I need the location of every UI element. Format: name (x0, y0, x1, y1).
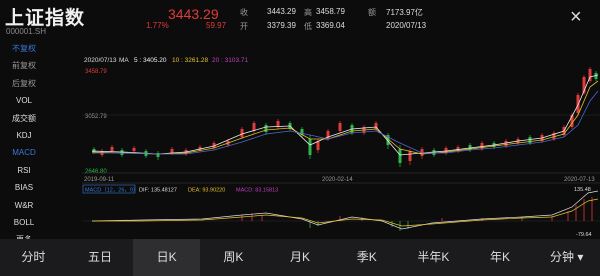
x-axis-start-date: 2019-09-11 (84, 177, 115, 183)
period-tab-bar: 分时 五日 日K 周K 月K 季K 半年K 年K 分钟 ▾ (0, 239, 600, 276)
sidebar-item-vol[interactable]: VOL (0, 92, 48, 109)
sidebar-item-boll[interactable]: BOLL (0, 214, 48, 231)
tab-minute[interactable]: 分钟 ▾ (533, 239, 600, 276)
tab-yearly-k[interactable]: 年K (467, 239, 534, 276)
index-title: 上证指数 (5, 8, 86, 29)
sidebar-item-forward-adjust[interactable]: 前复权 (0, 57, 48, 74)
tab-weekly-k[interactable]: 周K (200, 239, 267, 276)
sidebar-item-no-adjust[interactable]: 不复权 (0, 40, 48, 57)
sidebar-item-rsi[interactable]: RSI (0, 162, 48, 179)
close-icon[interactable]: × (570, 6, 582, 29)
chart-date: 2020/07/13 (84, 57, 117, 64)
sidebar-item-turnover[interactable]: 成交额 (0, 110, 48, 127)
tab-five-day[interactable]: 五日 (67, 239, 134, 276)
ma10-value: 10 : 3261.28 (172, 57, 209, 64)
macd-dea: DEA: 93.90220 (188, 188, 225, 194)
tab-intraday[interactable]: 分时 (0, 239, 67, 276)
candles-group (92, 67, 598, 167)
stat-high-value: 3458.79 (316, 7, 345, 16)
x-axis-end-date: 2020-07-13 (564, 177, 595, 183)
tab-minute-label: 分钟 (550, 250, 575, 264)
sidebar-item-kdj[interactable]: KDJ (0, 127, 48, 144)
current-price: 3443.29 (168, 6, 219, 22)
stat-close-label: 收 (240, 8, 248, 17)
macd-dif-line (91, 190, 599, 230)
macd-value: MACD: 83.15813 (236, 188, 278, 194)
macd-panel: MACD（12，26，9） DIF: 135.48127 DEA: 93.902… (82, 182, 600, 238)
stat-close-value: 3443.29 (267, 7, 296, 16)
tab-monthly-k[interactable]: 月K (267, 239, 334, 276)
change-percent: 1.77% (146, 21, 169, 30)
sidebar-item-bias[interactable]: BIAS (0, 179, 48, 196)
x-axis-mid-date: 2020-02-14 (322, 177, 353, 183)
macd-dif: DIF: 135.48127 (139, 188, 177, 194)
chevron-down-icon: ▾ (577, 250, 584, 264)
macd-dea-line (92, 198, 599, 227)
ma10-line (91, 80, 599, 155)
stat-low-label: 低 (304, 22, 312, 31)
tab-daily-k[interactable]: 日K (133, 239, 201, 276)
stat-open-label: 开 (240, 22, 248, 31)
ma20-value: 20 : 3103.71 (212, 57, 249, 64)
stat-low-value: 3369.04 (316, 21, 345, 30)
ma5-value: 5 : 3405.20 (134, 57, 167, 64)
index-code: 000001.SH (6, 27, 47, 36)
indicator-sidebar: 不复权 前复权 后复权 VOL 成交额 KDJ MACD RSI BIAS W&… (0, 40, 78, 249)
stat-amount-value: 7173.97亿 (386, 8, 423, 17)
ma-label: MA (119, 57, 129, 64)
stat-date-value: 2020/07/13 (386, 21, 427, 30)
kline-chart-area[interactable]: 2020/07/13 MA 5 : 3405.20 10 : 3261.28 2… (82, 53, 600, 239)
sidebar-item-macd[interactable]: MACD (0, 144, 48, 161)
macd-top-label: 135.48 (574, 187, 591, 193)
sidebar-item-backward-adjust[interactable]: 后复权 (0, 75, 48, 92)
price-high-label: 3458.79 (85, 69, 107, 75)
ma20-line (92, 90, 599, 155)
price-low-label: 2646.80 (85, 169, 107, 175)
macd-name: MACD（12，26，9） (85, 187, 139, 194)
macd-bottom-label: -79.64 (576, 232, 592, 238)
tab-quarterly-k[interactable]: 季K (333, 239, 400, 276)
stat-amount-label: 额 (368, 8, 376, 17)
sidebar-item-wr[interactable]: W&R (0, 197, 48, 214)
change-amount: 59.97 (206, 21, 227, 30)
tab-half-year-k[interactable]: 半年K (400, 239, 467, 276)
stat-open-value: 3379.39 (267, 21, 296, 30)
stat-high-label: 高 (304, 8, 312, 17)
